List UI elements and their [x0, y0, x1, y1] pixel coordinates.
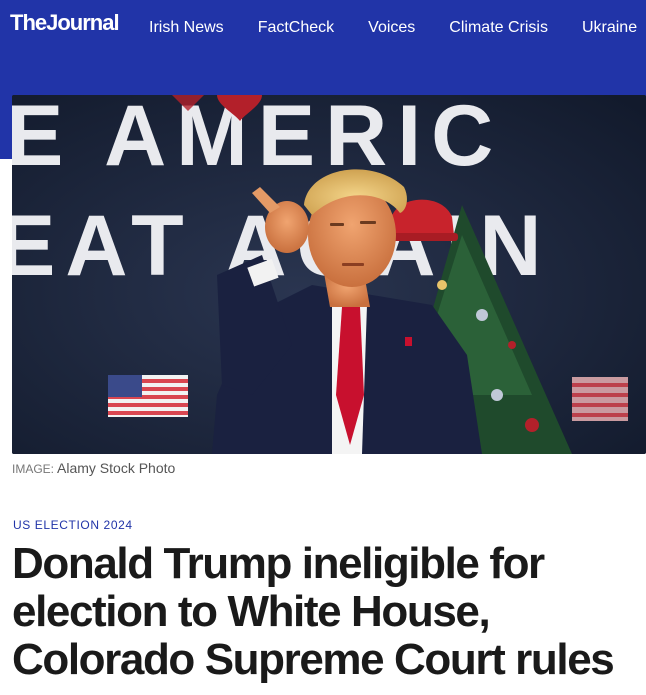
nav-item-irish-news[interactable]: Irish News [149, 19, 224, 37]
flag-right [572, 377, 628, 421]
flag-left [108, 375, 188, 417]
caption-credit: Alamy Stock Photo [57, 460, 176, 476]
primary-nav: Irish News FactCheck Voices Climate Cris… [149, 19, 646, 37]
nav-item-voices[interactable]: Voices [368, 19, 415, 37]
svg-text:E AMERIC: E AMERIC [12, 95, 503, 184]
image-caption: IMAGE: Alamy Stock Photo [12, 460, 175, 476]
article-headline: Donald Trump ineligible for election to … [12, 539, 615, 684]
article-kicker[interactable]: US ELECTION 2024 [13, 518, 133, 532]
hero-photo: E AMERIC EAT AGAIN [12, 95, 646, 454]
caption-label: IMAGE: [12, 462, 55, 476]
hero-image: E AMERIC EAT AGAIN [12, 95, 646, 454]
article-page: TheJournal Irish News FactCheck Voices C… [0, 0, 646, 695]
nav-item-ukraine[interactable]: Ukraine [582, 19, 637, 37]
site-logo[interactable]: TheJournal [10, 10, 120, 36]
nav-item-factcheck[interactable]: FactCheck [258, 19, 334, 37]
nav-item-climate-crisis[interactable]: Climate Crisis [449, 19, 548, 37]
